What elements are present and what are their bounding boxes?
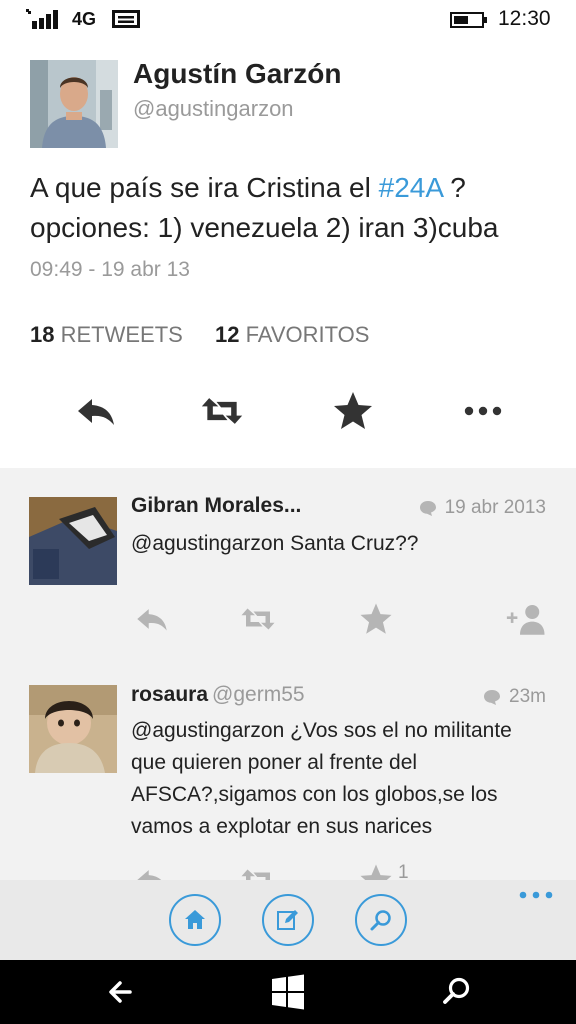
reply-time-text: 23m — [509, 686, 546, 707]
reply-avatar[interactable] — [29, 685, 117, 773]
retweet-icon[interactable] — [240, 862, 276, 880]
comment-bubble-icon — [419, 501, 436, 516]
reply-time: 19 abr 2013 — [419, 497, 546, 519]
author-avatar-image — [30, 60, 118, 148]
more-icon[interactable] — [518, 888, 554, 902]
reply-name-text: rosaura — [131, 683, 209, 706]
reply-avatar-image — [29, 685, 117, 773]
author-name[interactable]: Agustín Garzón — [133, 58, 341, 90]
retweets-label: RETWEETS — [60, 322, 183, 347]
reply-author-name[interactable]: Gibran Morales... — [131, 494, 301, 518]
reply-name-text: Gibran Morales... — [131, 494, 302, 517]
retweets-stat[interactable]: 18 RETWEETS — [30, 322, 183, 347]
reply-avatar[interactable] — [29, 497, 117, 585]
favorites-count: 12 — [214, 322, 240, 347]
reply-time: 23m — [483, 686, 546, 708]
tweet-text: A que país se ira Cristina el #24A ? opc… — [30, 168, 550, 248]
hashtag-link[interactable]: #24A — [379, 172, 443, 203]
author-handle[interactable]: @agustingarzon — [133, 96, 294, 122]
status-bar: 4G 12:30 — [0, 0, 576, 40]
retweets-count: 18 — [30, 322, 55, 347]
message-icon — [112, 10, 140, 28]
compose-icon — [277, 910, 298, 930]
network-type: 4G — [72, 9, 97, 29]
reply-avatar-image — [29, 497, 117, 585]
tweet-timestamp: 09:49 - 19 abr 13 — [30, 258, 190, 281]
tweet-stats: 18 RETWEETS 12 FAVORITOS — [30, 322, 369, 348]
app-bar — [0, 880, 576, 960]
search-icon — [370, 910, 391, 931]
system-nav-bar — [0, 960, 576, 1024]
reply-icon[interactable] — [74, 389, 118, 433]
battery-icon — [450, 12, 487, 28]
search-button[interactable] — [355, 894, 407, 946]
favorites-stat[interactable]: 12 FAVORITOS — [215, 322, 370, 347]
retweet-icon[interactable] — [240, 601, 276, 637]
favorites-label: FAVORITOS — [245, 322, 370, 347]
comment-bubble-icon — [484, 690, 501, 705]
favorite-icon[interactable] — [358, 862, 394, 880]
favorite-count: 1 — [398, 862, 409, 880]
clock: 12:30 — [498, 7, 551, 30]
more-icon[interactable] — [461, 389, 505, 433]
author-avatar[interactable] — [30, 60, 118, 148]
signal-icon — [26, 9, 58, 29]
tweet-actions — [0, 385, 576, 435]
favorite-icon[interactable] — [331, 389, 375, 433]
reply-author-name[interactable]: rosaura @germ55 — [131, 683, 305, 707]
replies-list: Gibran Morales... 19 abr 2013 @agustinga… — [0, 468, 576, 880]
tweet-text-part: A que país se ira Cristina el — [30, 172, 379, 203]
home-button[interactable] — [169, 894, 221, 946]
windows-start-icon[interactable] — [268, 972, 308, 1012]
reply-icon[interactable] — [134, 601, 170, 637]
retweet-icon[interactable] — [200, 389, 244, 433]
favorite-icon[interactable] — [358, 601, 394, 637]
reply-text: @agustingarzon Santa Cruz?? — [131, 532, 419, 555]
search-icon[interactable] — [436, 972, 476, 1012]
tweet-text-part: ? — [442, 172, 466, 203]
compose-button[interactable] — [262, 894, 314, 946]
reply-text: @agustingarzon ¿Vos sos el no militante … — [131, 719, 512, 838]
reply-actions: 1 — [0, 862, 576, 880]
follow-user-icon[interactable] — [506, 601, 548, 637]
reply-time-text: 19 abr 2013 — [444, 497, 546, 518]
back-icon[interactable] — [104, 972, 144, 1012]
reply-icon[interactable] — [134, 862, 170, 880]
reply-handle: @germ55 — [212, 683, 305, 706]
reply-actions — [0, 601, 576, 641]
home-icon — [185, 910, 205, 929]
tweet-text-line: opciones: 1) venezuela 2) iran 3)cuba — [30, 212, 499, 243]
